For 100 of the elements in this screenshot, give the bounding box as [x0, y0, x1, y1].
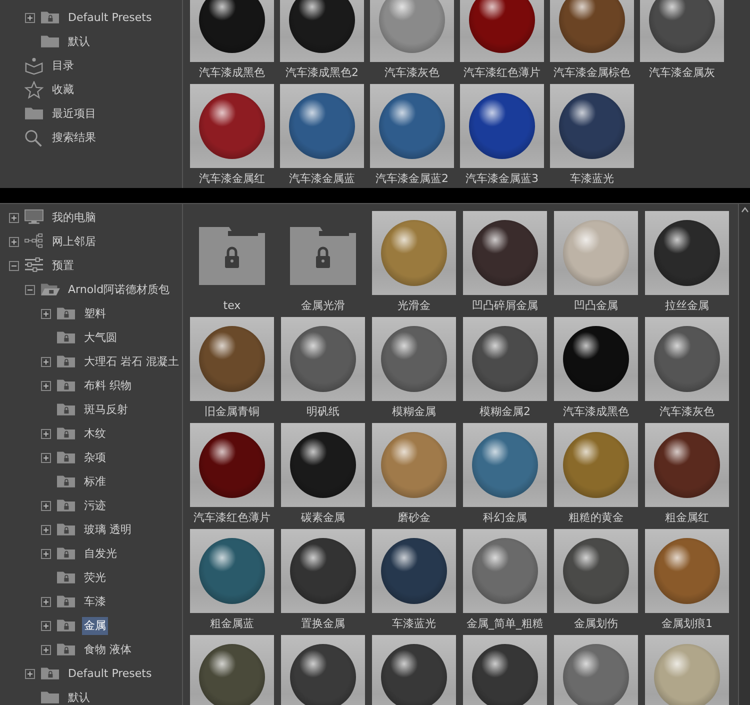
scrollbar[interactable] [738, 204, 750, 705]
tree-item[interactable]: 默认 [66, 689, 92, 705]
tree-item[interactable]: 斑马反射 [82, 401, 130, 419]
material-label: tex [223, 298, 241, 314]
tree-item[interactable]: 木纹 [82, 425, 108, 443]
material-label: 磨砂金 [398, 510, 430, 526]
expand-icon[interactable] [41, 309, 51, 319]
render-preview[interactable] [550, 84, 634, 168]
tree-item[interactable]: 车漆 [82, 593, 108, 611]
tree-item[interactable]: 荧光 [82, 569, 108, 587]
render-preview[interactable] [280, 0, 364, 62]
expand-icon[interactable] [9, 237, 19, 247]
material-label: 汽车漆灰色 [660, 404, 714, 420]
material-label: 粗糙的黄金 [568, 510, 624, 526]
render-preview[interactable] [190, 529, 274, 613]
tree-item[interactable]: 塑料 [82, 305, 108, 323]
material-label: 明矾纸 [306, 404, 340, 420]
material-label: 粗金属蓝 [210, 616, 254, 632]
render-preview[interactable] [460, 0, 544, 62]
collapse-icon[interactable] [25, 285, 35, 295]
tree-item[interactable]: 目录 [50, 57, 76, 75]
render-preview[interactable] [281, 635, 365, 705]
expand-icon[interactable] [41, 597, 51, 607]
material-label: 汽车漆灰色 [384, 64, 440, 81]
tree-item[interactable]: 我的电脑 [50, 209, 98, 227]
expand-icon[interactable] [41, 453, 51, 463]
render-preview[interactable] [554, 317, 638, 401]
render-preview[interactable] [190, 84, 274, 168]
expand-icon[interactable] [41, 429, 51, 439]
expand-icon[interactable] [41, 549, 51, 559]
render-preview[interactable] [372, 635, 456, 705]
render-preview[interactable] [372, 529, 456, 613]
collapse-icon[interactable] [9, 261, 19, 271]
expand-icon[interactable] [9, 213, 19, 223]
expand-icon[interactable] [41, 621, 51, 631]
tree-item[interactable]: Default Presets [66, 665, 154, 683]
render-preview[interactable] [554, 529, 638, 613]
material-label: 凹凸金属 [574, 298, 618, 314]
tree-item[interactable]: 标准 [82, 473, 108, 491]
render-preview[interactable] [645, 317, 729, 401]
tree-item[interactable]: Default Presets [66, 9, 154, 27]
expand-icon[interactable] [41, 525, 51, 535]
material-label: 金属光滑 [301, 298, 345, 314]
material-label: 汽车漆成黑色 [563, 404, 629, 420]
material-label: 汽车漆金属蓝 [289, 170, 355, 187]
material-label: 汽车漆金属蓝2 [376, 170, 448, 187]
expand-icon[interactable] [41, 381, 51, 391]
network-icon [23, 233, 45, 251]
tree-item[interactable]: 污迹 [82, 497, 108, 515]
material-label: 碳素金属 [301, 510, 345, 526]
expand-icon[interactable] [25, 669, 35, 679]
material-label: 金属_简单_粗糙 [466, 616, 544, 632]
tree-item[interactable]: 大理石 岩石 混凝土 [82, 353, 181, 371]
material-label: 汽车漆金属灰 [649, 64, 715, 81]
material-label: 拉丝金属 [665, 298, 709, 314]
tree-item[interactable]: 布料 织物 [82, 377, 134, 395]
tree-item[interactable]: 自发光 [82, 545, 119, 563]
folder-icon [39, 689, 61, 705]
tree-item[interactable]: 玻璃 透明 [82, 521, 134, 539]
expand-icon[interactable] [25, 13, 35, 23]
render-preview[interactable] [190, 423, 274, 507]
render-preview[interactable] [190, 635, 274, 705]
render-preview[interactable] [550, 0, 634, 62]
render-preview[interactable] [460, 84, 544, 168]
material-label: 科幻金属 [483, 510, 527, 526]
tree-item[interactable]: 最近项目 [50, 105, 98, 123]
render-preview[interactable] [281, 317, 365, 401]
tree-item[interactable]: 搜索结果 [50, 129, 98, 147]
render-preview[interactable] [370, 84, 454, 168]
render-preview[interactable] [645, 423, 729, 507]
material-label: 凹凸碎屑金属 [472, 298, 538, 314]
material-label: 汽车漆红色薄片 [194, 510, 270, 526]
tree-item[interactable]: Arnold阿诺德材质包 [66, 281, 172, 299]
render-preview[interactable] [190, 0, 274, 62]
render-preview[interactable] [640, 0, 724, 62]
render-preview[interactable] [281, 529, 365, 613]
tree-item[interactable]: 杂项 [82, 449, 108, 467]
book-icon [23, 57, 45, 75]
render-preview[interactable] [645, 211, 729, 295]
material-label: 车漆蓝光 [570, 170, 614, 187]
tree-item[interactable]: 大气圆 [82, 329, 119, 347]
tree-item[interactable]: 网上邻居 [50, 233, 98, 251]
scroll-up-icon[interactable] [740, 207, 748, 213]
render-preview[interactable] [463, 635, 547, 705]
expand-icon[interactable] [41, 501, 51, 511]
render-preview[interactable] [463, 317, 547, 401]
expand-icon[interactable] [41, 357, 51, 367]
expand-icon[interactable] [41, 645, 51, 655]
render-preview[interactable] [463, 211, 547, 295]
tree-item[interactable]: 收藏 [50, 81, 76, 99]
tree-item[interactable]: 默认 [66, 33, 92, 51]
sliders-icon [23, 257, 45, 275]
render-preview[interactable] [280, 84, 364, 168]
material-label: 置换金属 [301, 616, 345, 632]
material-label: 旧金属青铜 [204, 404, 260, 420]
tree-item[interactable]: 金属 [82, 617, 108, 635]
tree-item[interactable]: 预置 [50, 257, 76, 275]
tree-item[interactable]: 食物 液体 [82, 641, 134, 659]
render-preview[interactable] [281, 423, 365, 507]
render-preview[interactable] [190, 317, 274, 401]
